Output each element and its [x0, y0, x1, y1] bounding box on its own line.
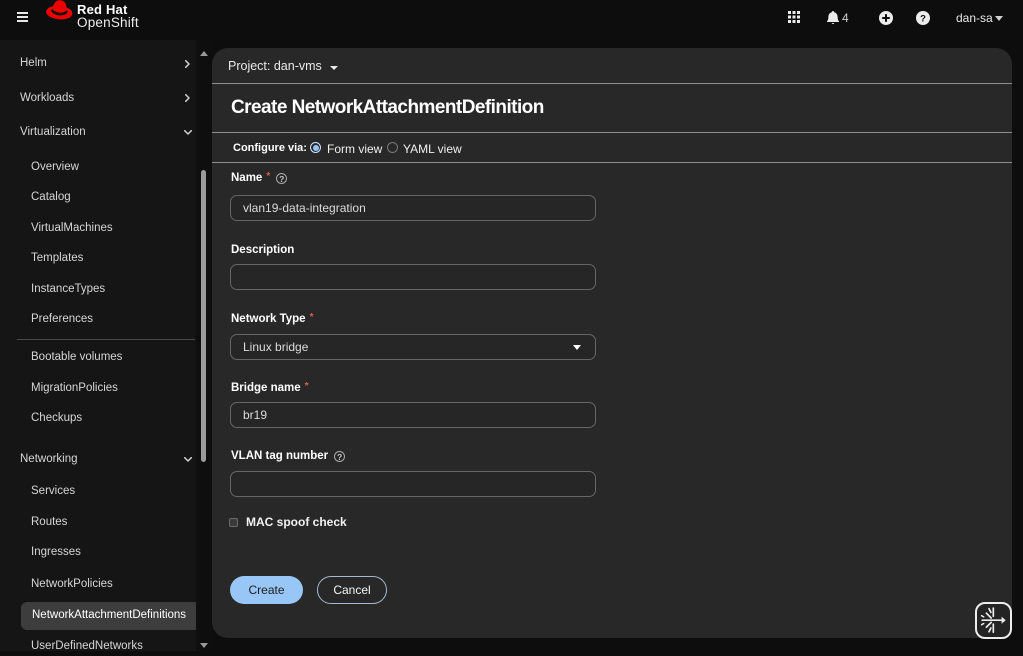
svg-text:?: ?: [920, 13, 926, 24]
